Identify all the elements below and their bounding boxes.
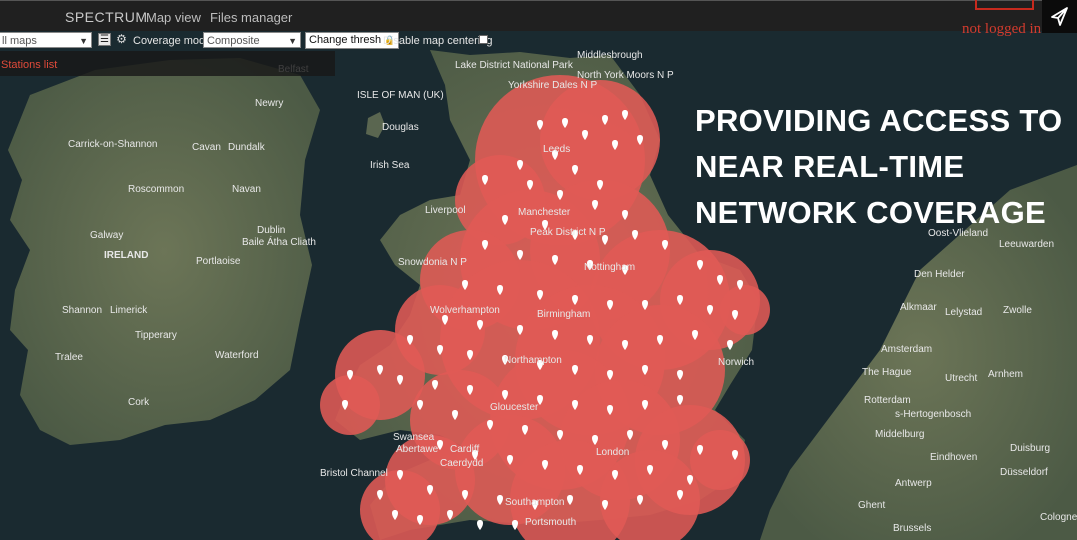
map-place-label: Caerdydd	[440, 458, 483, 469]
map-place-label: Middlesbrough	[577, 50, 643, 61]
map-place-label: Eindhoven	[930, 452, 977, 463]
map-place-label: Cologne	[1040, 512, 1077, 523]
map-place-label: Ghent	[858, 500, 885, 511]
headline-line-3: NETWORK COVERAGE	[695, 195, 1046, 230]
map-place-label: Bristol Channel	[320, 468, 388, 479]
map-place-label: Manchester	[518, 207, 571, 218]
map-place-label: s-Hertogenbosch	[895, 409, 971, 420]
map-place-label: IRELAND	[104, 250, 148, 261]
list-button[interactable]: ☰	[98, 33, 111, 46]
map-place-label: Den Helder	[914, 269, 965, 280]
map-place-label: Cork	[128, 397, 150, 408]
settings-button[interactable]: ⚙	[115, 33, 128, 46]
map-place-label: Birmingham	[537, 309, 590, 320]
coverage-area	[720, 285, 770, 335]
map-place-label: Middelburg	[875, 429, 924, 440]
map-place-label: Baile Átha Cliath	[242, 235, 316, 248]
change-thresh-label: Change thresh	[309, 34, 382, 46]
map-place-label: Alkmaar	[900, 302, 937, 313]
map-place-label: Newry	[255, 98, 283, 109]
login-highlight-box	[975, 0, 1034, 10]
map-place-label: Wolverhampton	[430, 305, 500, 316]
map-place-label: Northampton	[504, 355, 562, 366]
coverage-map[interactable]: BelfastNewryCarrick-on-ShannonCavanDunda…	[0, 0, 1077, 540]
map-toolbar: ll maps ▼ ☰ ⚙ Coverage mode: Composite ▼…	[0, 30, 500, 51]
app-brand[interactable]: SPECTRUM	[65, 9, 148, 25]
map-place-label: Galway	[90, 230, 123, 241]
map-place-label: Portsmouth	[525, 517, 576, 528]
disable-centering-label: Disable map centering	[383, 35, 493, 47]
map-place-label: Abertawe	[396, 444, 439, 455]
map-place-label: Lelystad	[945, 307, 982, 318]
map-place-label: Tralee	[55, 352, 83, 363]
map-place-label: Southampton	[505, 497, 565, 508]
nav-map-view[interactable]: Map view	[146, 10, 201, 25]
coverage-area	[320, 375, 380, 435]
map-place-label: Cardiff	[450, 444, 479, 455]
map-place-label: ISLE OF MAN (UK)	[357, 90, 444, 101]
map-place-label: Carrick-on-Shannon	[68, 139, 158, 150]
coverage-mode-select[interactable]: Composite ▼	[203, 32, 301, 48]
map-place-label: Roscommon	[128, 184, 184, 195]
headline-line-1: PROVIDING ACCESS TO	[695, 103, 1063, 138]
menu-icon: ☰	[100, 34, 109, 45]
map-place-label: Dundalk	[228, 142, 266, 153]
top-navbar: SPECTRUM Map view Files manager	[0, 0, 1077, 31]
map-place-label: Nottingham	[584, 262, 635, 273]
map-place-label: Utrecht	[945, 373, 977, 384]
map-place-label: Gloucester	[490, 402, 539, 413]
map-place-label: Rotterdam	[864, 395, 911, 406]
map-place-label: North York Moors N P	[577, 70, 674, 81]
map-place-label: Zwolle	[1003, 305, 1032, 316]
map-place-label: Cavan	[192, 142, 221, 153]
map-place-label: Leeds	[543, 144, 570, 155]
map-place-label: Limerick	[110, 305, 148, 316]
chevron-down-icon: ▼	[288, 36, 297, 46]
map-place-label: Arnhem	[988, 369, 1023, 380]
map-place-label: Shannon	[62, 305, 102, 316]
stations-panel: Stations list	[0, 51, 335, 76]
map-place-label: Snowdonia N P	[398, 257, 467, 268]
map-place-label: Leeuwarden	[999, 239, 1054, 250]
disable-centering-checkbox[interactable]	[479, 35, 488, 44]
map-place-label: Waterford	[215, 350, 259, 361]
map-place-label: Lake District National Park	[455, 60, 574, 71]
login-status[interactable]: not logged in	[962, 21, 1041, 38]
map-place-label: Antwerp	[895, 478, 932, 489]
map-place-label: Liverpool	[425, 205, 466, 216]
map-place-label: Düsseldorf	[1000, 467, 1048, 478]
map-place-label: Tipperary	[135, 330, 177, 341]
headline-line-2: NEAR REAL-TIME	[695, 149, 965, 184]
map-place-label: Portlaoise	[196, 256, 241, 267]
map-place-label: Dublin	[257, 225, 285, 236]
headline-overlay: PROVIDING ACCESS TO NEAR REAL-TIME NETWO…	[695, 98, 1062, 236]
map-place-label: Swansea	[393, 432, 435, 443]
share-button[interactable]	[1042, 0, 1077, 33]
map-place-label: London	[596, 447, 629, 458]
map-place-label: Douglas	[382, 122, 419, 133]
map-place-label: Peak District N P	[530, 227, 606, 238]
maps-select-value: ll maps	[2, 35, 37, 47]
coverage-mode-value: Composite	[207, 35, 260, 47]
share-icon	[1051, 7, 1068, 26]
map-place-label: Brussels	[893, 523, 931, 534]
map-place-label: Amsterdam	[881, 344, 932, 355]
map-place-label: Navan	[232, 184, 261, 195]
map-place-label: The Hague	[862, 367, 912, 378]
map-place-label: Duisburg	[1010, 443, 1050, 454]
chevron-down-icon: ▼	[79, 36, 88, 46]
gear-icon: ⚙	[116, 32, 127, 46]
map-place-label: Irish Sea	[370, 160, 410, 171]
nav-files-manager[interactable]: Files manager	[210, 10, 292, 25]
stations-list-link[interactable]: Stations list	[1, 59, 57, 71]
maps-select[interactable]: ll maps ▼	[0, 32, 92, 48]
map-place-label: Norwich	[718, 357, 754, 368]
map-place-label: Yorkshire Dales N P	[508, 80, 597, 91]
coverage-area	[690, 430, 750, 490]
